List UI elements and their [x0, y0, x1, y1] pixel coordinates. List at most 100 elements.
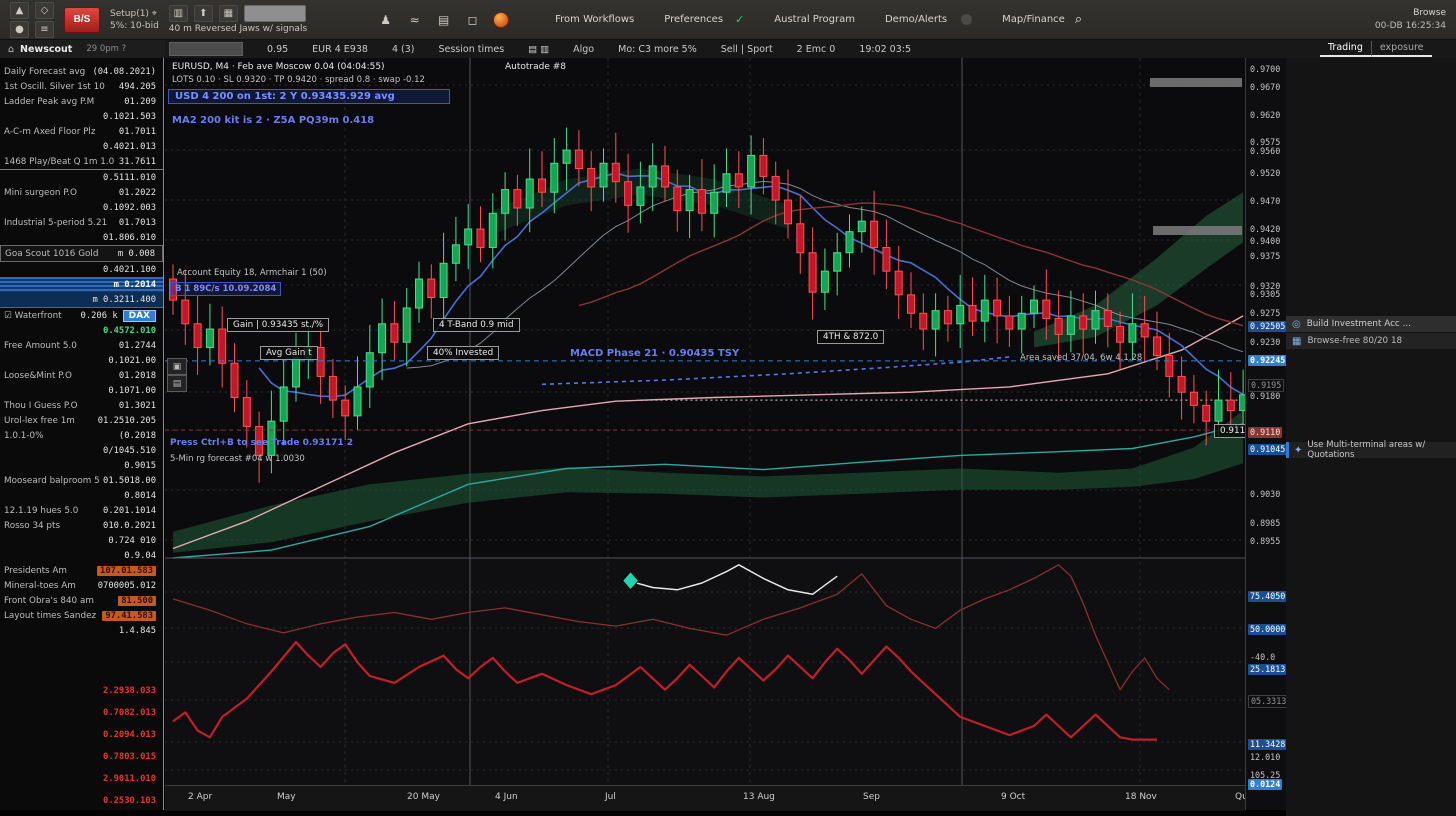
- tab-exposure[interactable]: exposure: [1371, 41, 1432, 57]
- menu-item-3[interactable]: Demo/Alerts: [885, 14, 947, 25]
- chart-toolbar-item-7[interactable]: Sell | Sport: [721, 44, 773, 55]
- sidebar-row[interactable]: 0.7803.015: [0, 746, 163, 768]
- sidebar-row[interactable]: 0.2530.103: [0, 790, 163, 810]
- sidebar-row[interactable]: Thou I Guess P.O01.3021: [0, 398, 163, 413]
- chart-toolbar-item-5[interactable]: Algo: [573, 44, 594, 55]
- row-value: 01.7011: [119, 127, 156, 137]
- price-label: 0.9030: [1248, 489, 1282, 500]
- sidebar-row[interactable]: Ladder Peak avg P.M01.209: [0, 94, 163, 109]
- sidebar-row[interactable]: 2.9011.010: [0, 768, 163, 790]
- sidebar-row[interactable]: 1st Oscill. Silver 1st 10494.205: [0, 79, 163, 94]
- sidebar-row[interactable]: 0.1021.00: [0, 353, 163, 368]
- sidebar-row[interactable]: 0.9015: [0, 458, 163, 473]
- right-panel-item[interactable]: ▦Browse-free 80/20 18: [1286, 333, 1456, 349]
- sidebar-row[interactable]: 0.2094.013: [0, 724, 163, 746]
- sidebar-row[interactable]: 0.7082.013: [0, 702, 163, 724]
- chart-toolbar-item-0[interactable]: 0.95: [267, 44, 288, 55]
- sidebar-row[interactable]: Goa Scout 1016 Goldm 0.008: [0, 245, 163, 262]
- price-axis[interactable]: 0.97000.96700.96200.95750.95600.95200.94…: [1245, 58, 1286, 810]
- sidebar-row[interactable]: 01.806.010: [0, 230, 163, 245]
- sidebar-row[interactable]: Rosso 34 pts010.0.2021: [0, 518, 163, 533]
- person-icon[interactable]: ♟: [377, 12, 394, 27]
- sidebar-row[interactable]: Presidents Am107.01.583: [0, 563, 163, 578]
- sidebar-row[interactable]: 0.4021.100: [0, 262, 163, 277]
- chart-mode-button[interactable]: ▤: [167, 375, 187, 392]
- arrow-up-icon[interactable]: ⬆: [194, 5, 213, 22]
- crosshair-icon[interactable]: ◇: [35, 2, 54, 19]
- symbol-input[interactable]: [244, 5, 306, 22]
- row-value: 81.500: [118, 596, 156, 606]
- right-panel-item[interactable]: ◎Build Investment Acc ...: [1286, 316, 1456, 332]
- chart-area[interactable]: EURUSD, M4 · Feb ave Moscow 0.04 (04:04:…: [165, 58, 1245, 810]
- menu-item-4[interactable]: Map/Finance: [1002, 14, 1065, 25]
- browse-label[interactable]: Browse: [1375, 7, 1446, 20]
- sidebar-row[interactable]: 0.1092.003: [0, 200, 163, 215]
- sidebar-row[interactable]: Mini surgeon P.O01.2022: [0, 185, 163, 200]
- sidebar-row[interactable]: 1468 Play/Beat Q 1m 1.031.7611: [0, 154, 163, 170]
- tab-trading[interactable]: Trading: [1320, 41, 1371, 57]
- dot-tool-icon[interactable]: ●: [10, 21, 29, 38]
- record-icon[interactable]: [493, 12, 509, 28]
- sidebar-row[interactable]: m 0.3211.400: [0, 292, 163, 308]
- sidebar-row[interactable]: 1.4.845: [0, 623, 163, 638]
- list-tool-icon[interactable]: ≡: [35, 21, 54, 38]
- sidebar-row[interactable]: 0.4572.010: [0, 323, 163, 338]
- sidebar-row[interactable]: 0.1021.503: [0, 109, 163, 124]
- sidebar-row[interactable]: 0.4021.013: [0, 139, 163, 154]
- chat-icon[interactable]: ◻: [464, 12, 481, 27]
- search-icon[interactable]: ⌕: [1075, 12, 1082, 27]
- row-value: (04.08.2021): [92, 67, 156, 77]
- monitor-icon[interactable]: ▤: [435, 12, 452, 27]
- chart-subtitle: LOTS 0.10 · SL 0.9320 · TP 0.9420 · spre…: [172, 75, 425, 85]
- grid-icon[interactable]: ▦: [219, 5, 238, 22]
- sidebar-row[interactable]: 0.9.04: [0, 548, 163, 563]
- setup-label[interactable]: Setup(1) ⌖: [110, 9, 157, 19]
- menu-item-0[interactable]: From Workflows: [555, 14, 634, 25]
- sidebar-row[interactable]: Free Amount 5.001.2744: [0, 338, 163, 353]
- sidebar-row[interactable]: 0/1045.510: [0, 443, 163, 458]
- sidebar-row[interactable]: 1.0.1-0%(0.2018: [0, 428, 163, 443]
- sidebar-row[interactable]: Mineral-toes Am0700005.012: [0, 578, 163, 593]
- sidebar-row[interactable]: Daily Forecast avg(04.08.2021): [0, 64, 163, 79]
- sidebar-row[interactable]: Layout times Sandez97.41.583: [0, 608, 163, 623]
- chart-toolbar-item-9[interactable]: 19:02 03:5: [859, 44, 911, 55]
- sidebar-row[interactable]: ☑ Waterfront0.206 kDAX: [0, 308, 163, 323]
- chart-toolbar-item-2[interactable]: 4 (3): [392, 44, 415, 55]
- time-axis[interactable]: 2 AprMay20 May4 JunJul13 AugSep9 Oct18 N…: [165, 785, 1245, 811]
- watchlist-header[interactable]: ⌂ Newscout 29 0pm ?: [0, 40, 165, 58]
- row-value: 0.1021.00: [108, 356, 156, 366]
- sidebar-row[interactable]: m 0.2014: [0, 277, 163, 292]
- chart-toolbar-item-6[interactable]: Mo: C3 more 5%: [618, 44, 697, 55]
- timeframe-select[interactable]: [169, 42, 243, 56]
- sidebar-row[interactable]: 12.1.19 hues 5.00.201.1014: [0, 503, 163, 518]
- camera-button[interactable]: ▣: [167, 358, 187, 375]
- menu-item-2[interactable]: Austral Program: [774, 14, 855, 25]
- chart-toolbar-item-8[interactable]: 2 Emc 0: [797, 44, 836, 55]
- time-label: Sep: [863, 792, 880, 802]
- right-panel-footer-item[interactable]: ✦ Use Multi-terminal areas w/ Quotations: [1286, 442, 1456, 458]
- sidebar-row[interactable]: 0.1071.00: [0, 383, 163, 398]
- sidebar-row[interactable]: A-C-m Axed Floor Plz01.7011: [0, 124, 163, 139]
- candlestick-chart[interactable]: [165, 58, 1245, 810]
- sidebar-row[interactable]: Industrial 5-period 5.2101.7013: [0, 215, 163, 230]
- equalizer-icon[interactable]: ≈: [406, 12, 423, 27]
- sidebar-row[interactable]: Loose&Mint P.O01.2018: [0, 368, 163, 383]
- chart-toolbar-item-3[interactable]: Session times: [438, 44, 504, 55]
- sidebar-row[interactable]: Front Obra's 840 am81.500: [0, 593, 163, 608]
- candle-style-icon[interactable]: ▥: [169, 5, 188, 22]
- symbol-badge[interactable]: DAX: [123, 310, 156, 322]
- price-label: 0.9700: [1248, 64, 1282, 75]
- sidebar-row[interactable]: 0.724 010: [0, 533, 163, 548]
- sidebar-row[interactable]: 0.5111.010: [0, 170, 163, 185]
- sidebar-row[interactable]: 2.2938.033: [0, 680, 163, 702]
- sidebar-row[interactable]: Mooseard balproom 5.001.5018.00: [0, 473, 163, 488]
- sidebar-row[interactable]: 0.8014: [0, 488, 163, 503]
- price-label: 75.4050: [1248, 591, 1287, 602]
- chart-toolbar-item-4[interactable]: ▤ ▥: [528, 44, 549, 55]
- row-value: 0.724 010: [108, 536, 156, 546]
- chart-toolbar-item-1[interactable]: EUR 4 E938: [312, 44, 368, 55]
- new-order-button[interactable]: B/S: [64, 7, 100, 33]
- sidebar-row[interactable]: Urol-lex free 1m01.2510.205: [0, 413, 163, 428]
- menu-item-1[interactable]: Preferences: [664, 14, 723, 25]
- cursor-icon[interactable]: ▲: [10, 2, 29, 19]
